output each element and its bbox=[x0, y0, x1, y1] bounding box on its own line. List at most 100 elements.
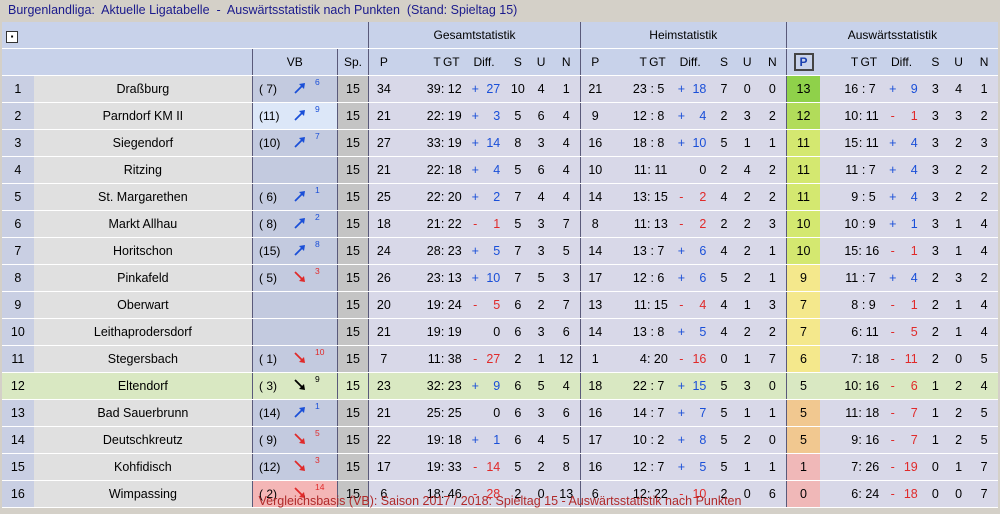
table-row[interactable]: 7 Horitschon (15) 8 15 24 28: 23 +5 7 3 5 14 13: 7 +6… bbox=[2, 237, 998, 265]
g-diff-sign: + bbox=[471, 163, 479, 177]
table-row[interactable]: 15 Kohfidisch (12) 3 15 17 19: 33-14 5 2 8 16 12: 7… bbox=[2, 453, 998, 481]
table-row[interactable]: 14 Deutschkreutz( 9) 5 15 22 19: 18 +1 6 4 5 17 10:… bbox=[2, 426, 998, 454]
col-g-n[interactable]: N bbox=[552, 48, 581, 76]
vb-cell: ( 9) 5 bbox=[252, 426, 338, 454]
team-name[interactable]: Pinkafeld bbox=[33, 264, 253, 292]
table-row[interactable]: 5 St. Margarethen( 6) 1 15 25 22: 20 +2 7 4 4 14 13… bbox=[2, 183, 998, 211]
table-row[interactable]: 4 Ritzing 15 21 22: 18 +4 5 6 4 10 11: 11 0 2 4 2 11 11:… bbox=[2, 156, 998, 184]
col-h-t[interactable]: T bbox=[609, 48, 647, 76]
g-losses: 8 bbox=[552, 453, 581, 481]
table-row[interactable]: 12 Eltendorf( 3) 9 15 23 32: 23 +9 6 5 4 18 22: 7 +1… bbox=[2, 372, 998, 400]
a-draws: 4 bbox=[947, 75, 971, 103]
g-goals-for: 19 bbox=[398, 453, 441, 481]
h-diff-value: 6 bbox=[699, 271, 707, 285]
col-a-u[interactable]: U bbox=[947, 48, 971, 76]
col-sp[interactable]: Sp. bbox=[336, 48, 369, 76]
col-a-p-selected[interactable]: P bbox=[793, 53, 814, 71]
g-diff-sign: - bbox=[473, 217, 478, 231]
g-diff-value: 5 bbox=[493, 244, 501, 258]
col-g-u[interactable]: U bbox=[529, 48, 553, 76]
vb-previous-rank: ( 7) bbox=[259, 82, 278, 96]
g-goals-for: 22 bbox=[398, 102, 441, 130]
sort-toggle-icon[interactable]: ▪ bbox=[6, 30, 18, 43]
col-h-diff[interactable]: Diff. bbox=[667, 48, 713, 76]
team-name[interactable]: Oberwart bbox=[33, 291, 253, 319]
col-h-p[interactable]: P bbox=[579, 48, 610, 76]
h-points: 17 bbox=[579, 426, 610, 454]
h-diff-sign: + bbox=[677, 82, 686, 96]
a-diff-sign: + bbox=[889, 136, 897, 150]
col-a-t[interactable]: T bbox=[820, 48, 859, 76]
col-h-n[interactable]: N bbox=[758, 48, 787, 76]
table-row[interactable]: 1 Draßburg( 7) 6 15 34 39: 12 +27 10 4 1 21 23: 5 +1… bbox=[2, 75, 998, 103]
table-row[interactable]: 2 Parndorf KM II (11) 9 15 21 22: 19 +3 5 6 4 9 12: … bbox=[2, 102, 998, 130]
vb-previous-rank: ( 9) bbox=[259, 433, 278, 447]
col-vb[interactable]: VB bbox=[252, 48, 338, 76]
col-a-s[interactable]: S bbox=[923, 48, 947, 76]
g-goals-against-value: 38 bbox=[447, 352, 462, 366]
g-points: 25 bbox=[368, 183, 399, 211]
col-h-u[interactable]: U bbox=[735, 48, 759, 76]
g-draws: 3 bbox=[529, 237, 553, 265]
h-diff-sign: + bbox=[677, 271, 686, 285]
col-h-gt[interactable]: GT bbox=[646, 48, 668, 76]
team-name[interactable]: Bad Sauerbrunn bbox=[33, 399, 253, 427]
a-goals-against: : 11 bbox=[858, 102, 880, 130]
col-g-p[interactable]: P bbox=[368, 48, 399, 76]
col-a-gt[interactable]: GT bbox=[858, 48, 880, 76]
table-row[interactable]: 8 Pinkafeld( 5) 3 15 26 23: 13 +10 7 5 3 17 12: 6 +6… bbox=[2, 264, 998, 292]
team-name[interactable]: Markt Allhau bbox=[33, 210, 253, 238]
g-goals-for: 25 bbox=[398, 399, 441, 427]
team-name[interactable]: Kohfidisch bbox=[33, 453, 253, 481]
h-draws: 1 bbox=[735, 345, 759, 373]
h-draws: 2 bbox=[735, 264, 759, 292]
team-name[interactable]: Parndorf KM II bbox=[33, 102, 253, 130]
a-diff-value: 11 bbox=[904, 352, 918, 366]
team-name[interactable]: Siegendorf bbox=[33, 129, 253, 157]
g-points: 21 bbox=[368, 156, 399, 184]
table-row[interactable]: 11 Stegersbach( 1) 10 15 7 11: 38-27 2 1 12 1 4: 2… bbox=[2, 345, 998, 373]
team-name[interactable]: Deutschkreutz bbox=[33, 426, 253, 454]
g-diff-value: 9 bbox=[493, 379, 501, 393]
h-goal-diff: +4 bbox=[667, 102, 713, 130]
col-g-gt[interactable]: GT bbox=[440, 48, 462, 76]
g-wins: 6 bbox=[506, 426, 530, 454]
col-a-n[interactable]: N bbox=[970, 48, 998, 76]
a-wins: 0 bbox=[923, 453, 947, 481]
vb-previous-rank: (12) bbox=[259, 460, 281, 474]
g-goal-diff: +27 bbox=[461, 75, 507, 103]
col-g-diff[interactable]: Diff. bbox=[461, 48, 507, 76]
a-diff-sign: - bbox=[890, 460, 895, 474]
team-name[interactable]: Draßburg bbox=[33, 75, 253, 103]
team-name[interactable]: Leithaprodersdorf bbox=[33, 318, 253, 346]
vb-cell: ( 1) 10 bbox=[252, 345, 338, 373]
g-losses: 5 bbox=[552, 237, 581, 265]
table-row[interactable]: 6 Markt Allhau( 8) 2 15 18 21: 22-1 5 3 7 8 11: 13… bbox=[2, 210, 998, 238]
vb-previous-rank: (14) bbox=[259, 406, 281, 420]
g-goals-against-value: 18 bbox=[447, 163, 462, 177]
team-name[interactable]: Stegersbach bbox=[33, 345, 253, 373]
table-row[interactable]: 10 Leithaprodersdorf 15 21 19: 19 0 6 3 6 14 13: 8… bbox=[2, 318, 998, 346]
col-g-t[interactable]: T bbox=[398, 48, 441, 76]
table-row[interactable]: 3 Siegendorf (10) 7 15 27 33: 19 +14 8 3 4 16 18: 8 +… bbox=[2, 129, 998, 157]
col-g-s[interactable]: S bbox=[506, 48, 530, 76]
col-a-diff[interactable]: Diff. bbox=[879, 48, 924, 76]
a-goals-against-value: 9 bbox=[868, 298, 876, 312]
table-row[interactable]: 13 Bad Sauerbrunn (14) 1 15 21 25: 25 0 6 3 6 16 14:… bbox=[2, 399, 998, 427]
h-losses: 2 bbox=[758, 318, 787, 346]
team-name[interactable]: Ritzing bbox=[33, 156, 253, 184]
g-losses: 4 bbox=[552, 183, 581, 211]
sort-cell[interactable]: ▪ bbox=[2, 22, 34, 49]
team-name[interactable]: St. Margarethen bbox=[33, 183, 253, 211]
a-diff-value: 4 bbox=[910, 271, 918, 285]
g-goals-against: : 19 bbox=[440, 129, 462, 157]
team-name[interactable]: Horitschon bbox=[33, 237, 253, 265]
a-goals-against: : 26 bbox=[858, 453, 880, 481]
team-name[interactable]: Eltendorf bbox=[33, 372, 253, 400]
table-row[interactable]: 9 Oberwart 15 20 19: 24-5 6 2 7 13 11: 15-4 4 1 3 7 8:… bbox=[2, 291, 998, 319]
games-played: 15 bbox=[336, 372, 369, 400]
col-a-p[interactable]: P bbox=[785, 48, 821, 76]
h-draws: 2 bbox=[735, 426, 759, 454]
a-wins: 3 bbox=[923, 183, 947, 211]
col-h-s[interactable]: S bbox=[712, 48, 736, 76]
